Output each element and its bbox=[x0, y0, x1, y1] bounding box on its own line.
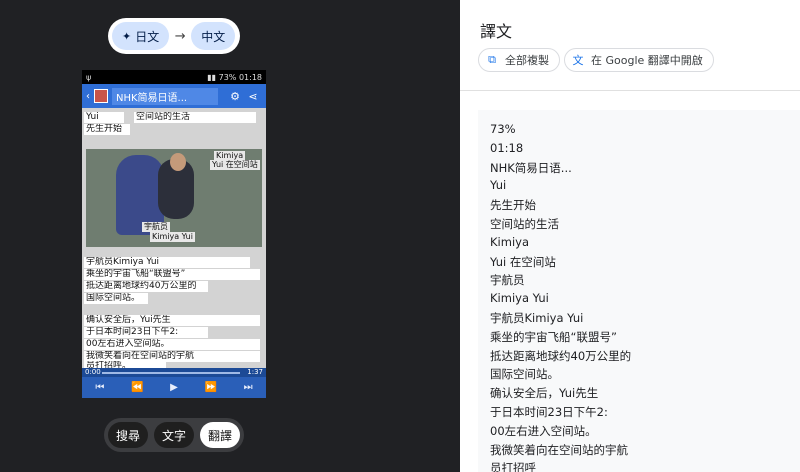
target-language-button[interactable]: 中文 bbox=[191, 22, 236, 50]
translated-line: Kimiya bbox=[490, 234, 529, 249]
translated-line: 员打招呼 bbox=[490, 461, 536, 472]
play-icon: ▶ bbox=[170, 382, 178, 393]
signal-icon: ▮▮ bbox=[207, 72, 217, 82]
open-in-translate-button[interactable]: 文 在 Google 翻譯中開啟 bbox=[564, 48, 714, 72]
astronaut-photo: Kimiya Yui 在空间站 宇航员 Kimiya Yui bbox=[86, 149, 262, 247]
translated-line: 于日本时间23日下午2: bbox=[490, 405, 608, 419]
mode-text-button[interactable]: 文字 bbox=[153, 422, 194, 448]
gear-icon: ⚙ bbox=[230, 89, 240, 103]
panel-title: 譯文 bbox=[480, 22, 513, 41]
translated-text-box[interactable]: 73% 01:18 NHK简易日语... Yui 先生开始空间站的生活 Kimiya Yui… bbox=[478, 110, 800, 472]
copy-all-button[interactable]: ⧉ 全部複製 bbox=[478, 48, 560, 72]
progress-track bbox=[102, 372, 240, 374]
phone-text-line: 宇航员Kimiya Yui bbox=[84, 257, 250, 268]
photo-label: Kimiya Yui bbox=[150, 232, 195, 242]
translated-line: 国际空间站。 bbox=[490, 367, 559, 382]
mode-switcher: 搜尋 文字 翻譯 bbox=[104, 418, 244, 452]
copy-icon: ⧉ bbox=[488, 53, 496, 66]
translated-line: 乘坐的宇宙飞船“联盟号” bbox=[490, 329, 617, 344]
divider bbox=[460, 90, 800, 91]
translated-line: Kimiya Yui bbox=[490, 291, 549, 306]
photo-label: Yui 在空间站 bbox=[210, 160, 260, 170]
target-language-label: 中文 bbox=[201, 29, 226, 44]
skip-forward-icon: ⏭ bbox=[243, 382, 253, 393]
share-icon: ⋖ bbox=[248, 89, 258, 103]
phone-text-line: 先生开始 bbox=[84, 124, 130, 135]
copy-all-label: 全部複製 bbox=[505, 54, 549, 67]
total-time: 1:37 bbox=[247, 368, 263, 376]
phone-status-bar: ψ ▮▮ 73% 01:18 bbox=[82, 70, 266, 84]
translated-line: 宇航员 bbox=[490, 273, 525, 288]
phone-text-line: Yui bbox=[84, 112, 124, 123]
translated-line: Yui 在空间站 bbox=[490, 254, 556, 269]
app-icon bbox=[94, 89, 108, 103]
translated-line: 空间站的生活 bbox=[490, 217, 559, 231]
language-selector: ✦ 日文 → 中文 bbox=[108, 18, 240, 54]
sparkle-icon: ✦ bbox=[122, 29, 132, 43]
phone-text-line: 00左右进入空间站。 bbox=[84, 339, 260, 350]
mode-translate-button[interactable]: 翻譯 bbox=[199, 422, 240, 448]
back-arrow-icon: ‹ bbox=[86, 90, 90, 102]
phone-time: 01:18 bbox=[238, 72, 262, 82]
translated-line: 00左右进入空间站。 bbox=[490, 423, 597, 438]
phone-text-line: 确认安全后，Yui先生 bbox=[84, 315, 260, 326]
translated-line: 抵达距离地球约40万公里的 bbox=[490, 348, 632, 363]
phone-screenshot: ψ ▮▮ 73% 01:18 ‹ NHK简易日语... ⚙ ⋖ Yui 空间站的… bbox=[82, 70, 266, 398]
arrow-right-icon: → bbox=[174, 28, 186, 44]
phone-app-title: NHK简易日语... bbox=[112, 87, 218, 105]
battery-percent: 73% bbox=[218, 72, 237, 82]
phone-app-bar: ‹ NHK简易日语... ⚙ ⋖ bbox=[82, 84, 266, 108]
phone-text-line: 抵达距离地球约40万公里的 bbox=[84, 281, 208, 292]
usb-icon: ψ bbox=[86, 72, 92, 82]
phone-text-line: 于日本时间23日下午2: bbox=[84, 327, 208, 338]
skip-back-icon: ⏮ bbox=[95, 382, 105, 393]
phone-text-line: 空间站的生活 bbox=[134, 112, 256, 123]
translated-line: NHK简易日语... bbox=[490, 160, 572, 175]
translated-line: 宇航员Kimiya Yui bbox=[490, 311, 584, 325]
translated-line: 73% bbox=[490, 122, 516, 136]
fast-forward-icon: ⏩ bbox=[204, 382, 217, 393]
mode-search-button[interactable]: 搜尋 bbox=[108, 422, 149, 448]
phone-text-line: 乘坐的宇宙飞船“联盟号” bbox=[84, 269, 260, 280]
photo-label: 宇航员 bbox=[142, 222, 170, 232]
image-pane: ✦ 日文 → 中文 ψ ▮▮ 73% 01:18 ‹ NHK简易日语... ⚙ … bbox=[0, 0, 460, 472]
rewind-icon: ⏪ bbox=[131, 382, 144, 393]
translated-line: 我微笑着向在空间站的宇航 bbox=[490, 442, 628, 457]
translated-line: Yui bbox=[490, 178, 507, 193]
translate-icon: 文 bbox=[572, 54, 584, 67]
player-controls: ⏮ ⏪ ▶ ⏩ ⏭ bbox=[82, 377, 266, 398]
phone-text-line: 国际空间站。 bbox=[84, 293, 148, 304]
translated-line: 01:18 bbox=[490, 140, 524, 155]
source-language-button[interactable]: ✦ 日文 bbox=[112, 22, 170, 50]
elapsed-time: 0:00 bbox=[85, 368, 101, 376]
translated-line: 确认安全后，Yui先生 bbox=[490, 386, 599, 401]
translation-panel: 譯文 ⧉ 全部複製 文 在 Google 翻譯中開啟 73% 01:18 NHK简易… bbox=[460, 0, 800, 472]
audio-progress: 0:00 1:37 bbox=[82, 368, 266, 377]
translated-line: 先生开始 bbox=[490, 198, 536, 213]
audio-player: 0:00 1:37 ⏮ ⏪ ▶ ⏩ ⏭ bbox=[82, 368, 266, 398]
open-in-translate-label: 在 Google 翻譯中開啟 bbox=[591, 54, 703, 67]
source-language-label: 日文 bbox=[135, 29, 160, 44]
